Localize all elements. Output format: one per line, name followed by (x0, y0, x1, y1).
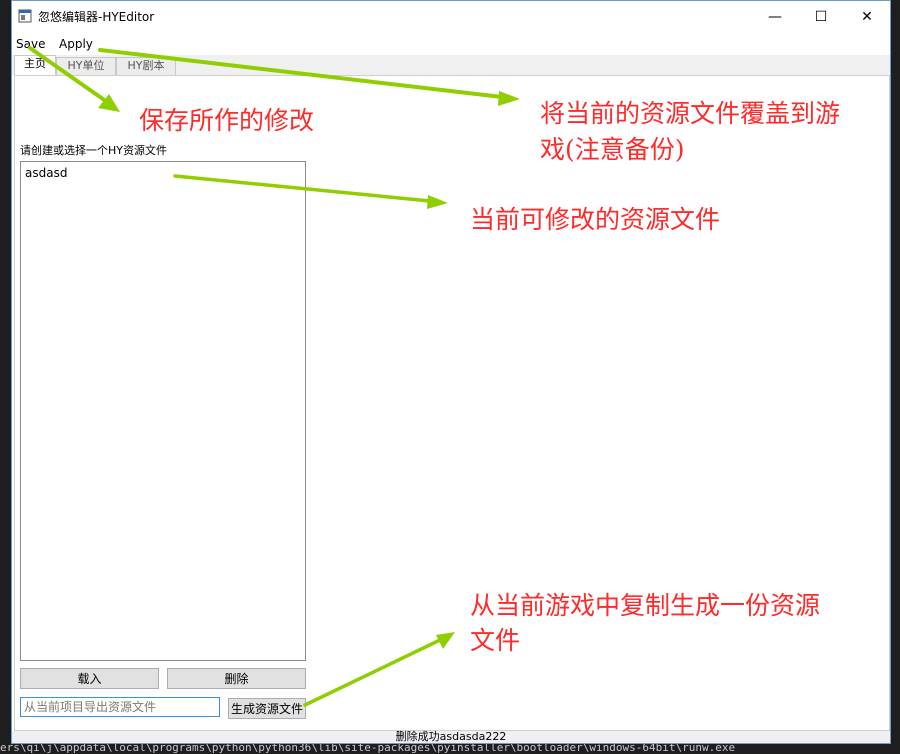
status-bar: 删除成功asdasda222 (12, 731, 890, 743)
menu-save[interactable]: Save (16, 37, 45, 51)
title-bar: 忽悠编辑器-HYEditor — ☐ ✕ (12, 1, 890, 32)
tab-hy-script[interactable]: HY剧本 (116, 57, 176, 75)
annotation-apply-line1: 将当前的资源文件覆盖到游 (540, 99, 841, 128)
maximize-icon: ☐ (814, 8, 828, 25)
load-button[interactable]: 载入 (20, 668, 159, 689)
maximize-button[interactable]: ☐ (798, 1, 844, 32)
delete-button[interactable]: 删除 (167, 668, 306, 689)
minimize-icon: — (768, 8, 782, 25)
minimize-button[interactable]: — (752, 1, 798, 32)
tab-bar: 主页 HY单位 HY剧本 (12, 55, 890, 75)
menu-bar: Save Apply (12, 33, 890, 55)
status-message: 删除成功asdasda222 (395, 730, 507, 743)
annotation-file: 当前可修改的资源文件 (470, 205, 721, 234)
generate-resource-button[interactable]: 生成资源文件 (228, 698, 306, 719)
select-file-label: 请创建或选择一个HY资源文件 (20, 144, 167, 157)
app-icon (18, 9, 32, 23)
resource-file-list[interactable]: asdasd (20, 161, 306, 661)
export-name-input[interactable] (20, 697, 220, 717)
close-button[interactable]: ✕ (844, 1, 890, 32)
background-terminal-right (891, 0, 900, 754)
close-icon: ✕ (861, 8, 873, 25)
annotation-save: 保存所作的修改 (139, 106, 315, 135)
tab-hy-unit[interactable]: HY单位 (56, 57, 116, 75)
menu-apply[interactable]: Apply (59, 37, 93, 51)
list-item[interactable]: asdasd (25, 166, 67, 180)
annotation-apply-line2: 戏(注意备份) (540, 135, 685, 164)
window-title: 忽悠编辑器-HYEditor (38, 10, 155, 24)
annotation-generate-line2: 文件 (470, 626, 521, 655)
tab-main[interactable]: 主页 (14, 55, 56, 75)
annotation-generate-line1: 从当前游戏中复制生成一份资源 (470, 591, 821, 620)
